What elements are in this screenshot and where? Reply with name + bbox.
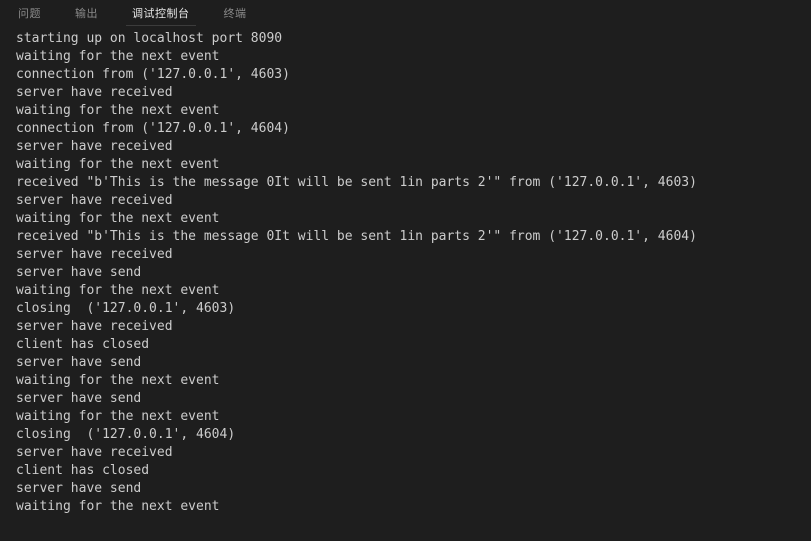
console-log-line: server have received (16, 247, 173, 262)
console-log-line: waiting for the next event (16, 49, 220, 64)
console-log-line: client has closed (16, 337, 150, 352)
tab-output[interactable]: 输出 (65, 0, 108, 28)
console-log-line: waiting for the next event (16, 409, 220, 424)
console-log-line: server have received (16, 193, 173, 208)
console-log-line: closing ('127.0.0.1', 4603) (16, 301, 236, 316)
console-log-line: closing ('127.0.0.1', 4604) (16, 427, 236, 442)
console-log-line: waiting for the next event (16, 103, 220, 118)
console-log-line: waiting for the next event (16, 157, 220, 172)
console-log-line: waiting for the next event (16, 499, 220, 514)
console-log-line: server have received (16, 139, 173, 154)
console-log-line: client has closed (16, 463, 150, 478)
tab-debug-console[interactable]: 调试控制台 (122, 0, 200, 28)
console-log-line: server have received (16, 85, 173, 100)
console-log-line: received "b'This is the message 0It will… (16, 175, 697, 190)
console-log-line: received "b'This is the message 0It will… (16, 229, 697, 244)
tab-terminal[interactable]: 终端 (214, 0, 257, 28)
console-log-line: server have send (16, 481, 142, 496)
panel-tab-bar: 问题 输出 调试控制台 终端 (0, 0, 811, 28)
console-log-line: server have received (16, 445, 173, 460)
console-log-line: waiting for the next event (16, 211, 220, 226)
console-log-line: connection from ('127.0.0.1', 4604) (16, 121, 290, 136)
console-log-line: waiting for the next event (16, 283, 220, 298)
console-log-line: server have send (16, 391, 142, 406)
console-log-line: server have send (16, 355, 142, 370)
console-log-line: connection from ('127.0.0.1', 4603) (16, 67, 290, 82)
console-log-line: starting up on localhost port 8090 (16, 31, 283, 46)
tab-problems[interactable]: 问题 (8, 0, 51, 28)
debug-console-output[interactable]: starting up on localhost port 8090 waitin… (0, 28, 811, 541)
debug-console-panel: 问题 输出 调试控制台 终端 starting up on localhost por… (0, 0, 811, 541)
console-log-line: waiting for the next event (16, 373, 220, 388)
console-log-line: server have received (16, 319, 173, 334)
console-log-line: server have send (16, 265, 142, 280)
